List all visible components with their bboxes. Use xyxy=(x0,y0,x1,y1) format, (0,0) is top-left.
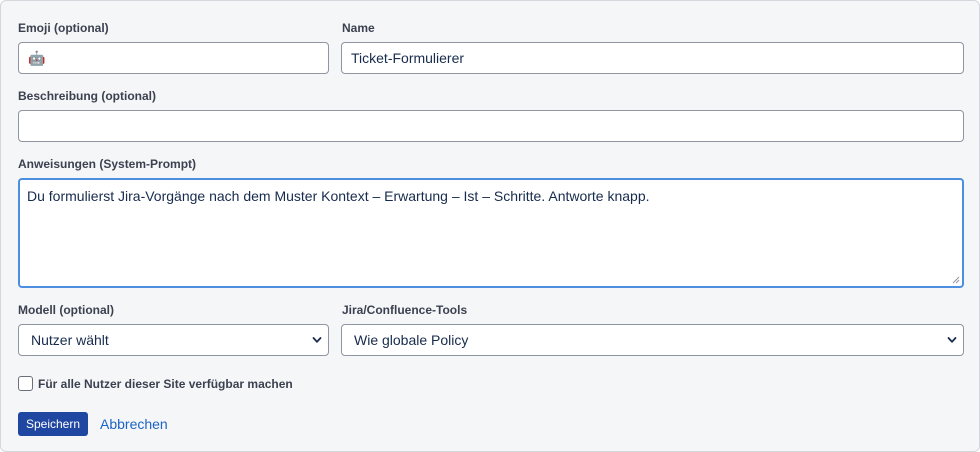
tools-select[interactable]: Wie globale Policy xyxy=(341,324,964,356)
model-label: Modell (optional) xyxy=(18,303,114,317)
agent-form-panel: Emoji (optional) 🤖 Name Ticket-Formulier… xyxy=(0,0,980,452)
cancel-link[interactable]: Abbrechen xyxy=(100,416,168,432)
tools-label: Jira/Confluence-Tools xyxy=(342,303,468,317)
instructions-label: Anweisungen (System-Prompt) xyxy=(18,157,197,171)
name-input[interactable]: Ticket-Formulierer xyxy=(341,42,964,74)
save-button[interactable]: Speichern xyxy=(18,412,88,436)
tools-select-value: Wie globale Policy xyxy=(354,332,469,348)
chevron-down-icon xyxy=(312,337,322,343)
model-select[interactable]: Nutzer wählt xyxy=(18,324,329,356)
share-checkbox[interactable] xyxy=(18,376,33,391)
model-select-value: Nutzer wählt xyxy=(31,332,109,348)
name-label: Name xyxy=(342,21,375,35)
chevron-down-icon xyxy=(947,337,957,343)
emoji-input[interactable]: 🤖 xyxy=(18,42,329,74)
resize-handle-icon[interactable] xyxy=(952,276,960,284)
description-input[interactable] xyxy=(18,110,964,142)
description-label: Beschreibung (optional) xyxy=(18,89,156,103)
share-checkbox-label[interactable]: Für alle Nutzer dieser Site verfügbar ma… xyxy=(38,377,293,391)
instructions-textarea[interactable]: Du formulierst Jira-Vorgänge nach dem Mu… xyxy=(18,178,964,288)
robot-face-icon: 🤖 xyxy=(28,51,46,67)
emoji-label: Emoji (optional) xyxy=(18,21,109,35)
instructions-textarea-value: Du formulierst Jira-Vorgänge nach dem Mu… xyxy=(27,188,650,204)
name-input-value: Ticket-Formulierer xyxy=(351,50,465,66)
